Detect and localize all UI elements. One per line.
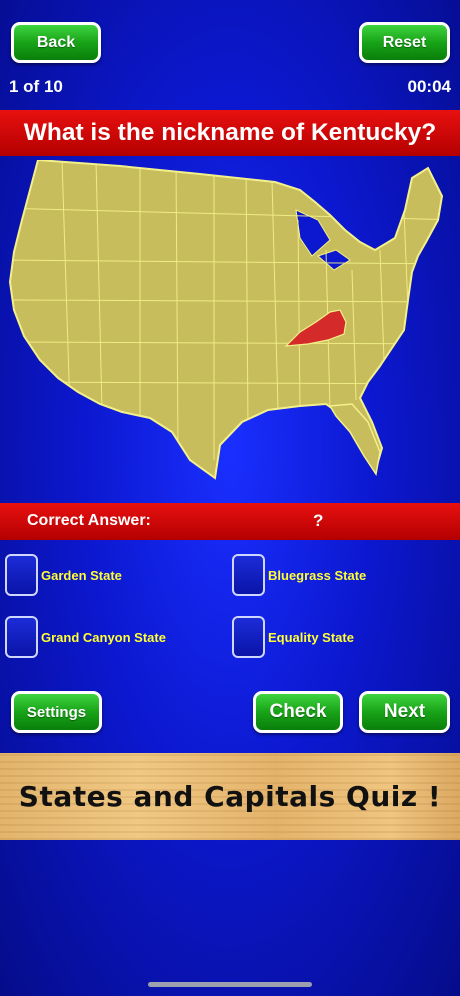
check-button-label: Check <box>269 701 327 722</box>
option-equality-state[interactable]: Equality State <box>232 616 354 658</box>
us-landmass <box>8 158 444 480</box>
question-text: What is the nickname of Kentucky? <box>23 119 437 146</box>
settings-button[interactable]: Settings <box>11 691 102 733</box>
reset-button-label: Reset <box>382 33 427 51</box>
correct-answer-value: ? <box>313 511 324 530</box>
option-checkbox[interactable] <box>5 554 38 596</box>
option-bluegrass-state[interactable]: Bluegrass State <box>232 554 366 596</box>
correct-answer-bar: Correct Answer: ? <box>0 503 460 540</box>
option-label: Equality State <box>268 629 354 645</box>
reset-button[interactable]: Reset <box>359 22 450 63</box>
option-checkbox[interactable] <box>5 616 38 658</box>
us-map <box>0 158 460 500</box>
option-label: Grand Canyon State <box>41 629 166 645</box>
check-button[interactable]: Check <box>253 691 343 733</box>
option-checkbox[interactable] <box>232 554 265 596</box>
home-indicator[interactable] <box>148 982 312 987</box>
option-garden-state[interactable]: Garden State <box>5 554 122 596</box>
quiz-timer: 00:04 <box>407 77 451 96</box>
app-title: States and Capitals Quiz ! <box>18 780 442 813</box>
option-label: Garden State <box>41 567 122 583</box>
back-button-label: Back <box>36 33 76 51</box>
correct-answer-label: Correct Answer: <box>27 512 151 529</box>
option-checkbox[interactable] <box>232 616 265 658</box>
option-label: Bluegrass State <box>268 567 367 583</box>
next-button-label: Next <box>383 701 426 722</box>
next-button[interactable]: Next <box>359 691 450 733</box>
question-bar: What is the nickname of Kentucky? <box>0 110 460 156</box>
florida-shape <box>328 403 381 476</box>
question-progress: 1 of 10 <box>9 77 63 96</box>
settings-button-label: Settings <box>26 703 87 721</box>
app-title-banner: States and Capitals Quiz ! <box>0 753 460 840</box>
back-button[interactable]: Back <box>11 22 101 63</box>
option-grand-canyon-state[interactable]: Grand Canyon State <box>5 616 166 658</box>
